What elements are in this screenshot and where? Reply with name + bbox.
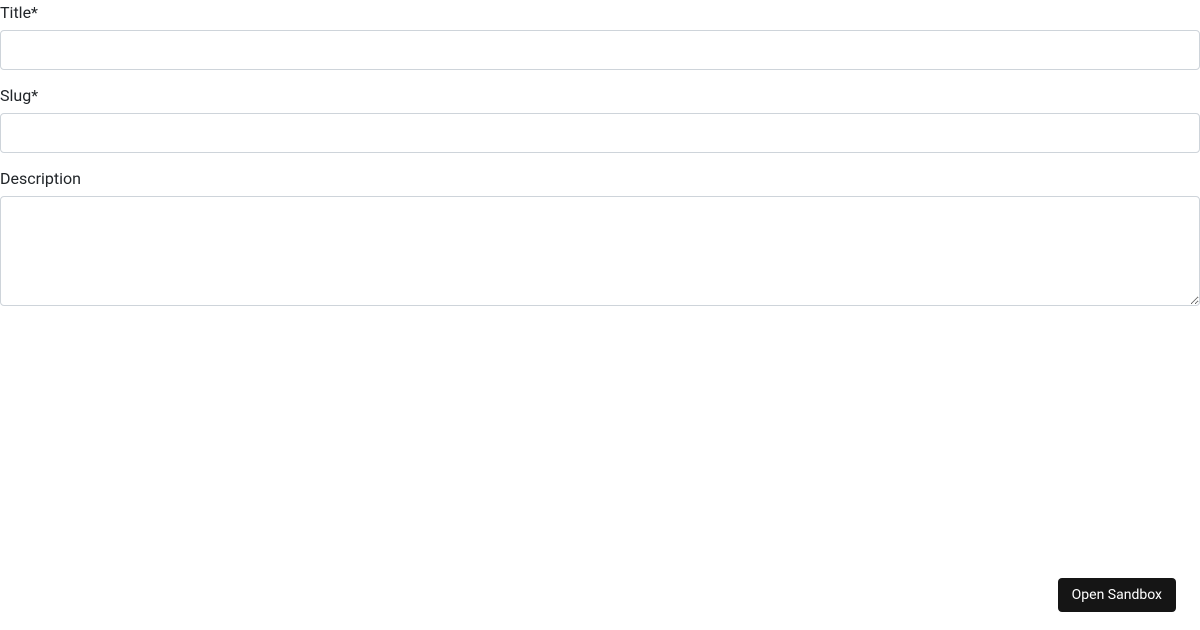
form-container: Title* Slug* Description bbox=[0, 0, 1200, 310]
description-group: Description bbox=[0, 169, 1200, 310]
slug-group: Slug* bbox=[0, 86, 1200, 153]
open-sandbox-button[interactable]: Open Sandbox bbox=[1058, 578, 1176, 612]
description-textarea[interactable] bbox=[0, 196, 1200, 306]
title-input[interactable] bbox=[0, 30, 1200, 70]
description-label: Description bbox=[0, 169, 1200, 188]
title-label: Title* bbox=[0, 3, 1200, 22]
title-group: Title* bbox=[0, 3, 1200, 70]
slug-label: Slug* bbox=[0, 86, 1200, 105]
slug-input[interactable] bbox=[0, 113, 1200, 153]
